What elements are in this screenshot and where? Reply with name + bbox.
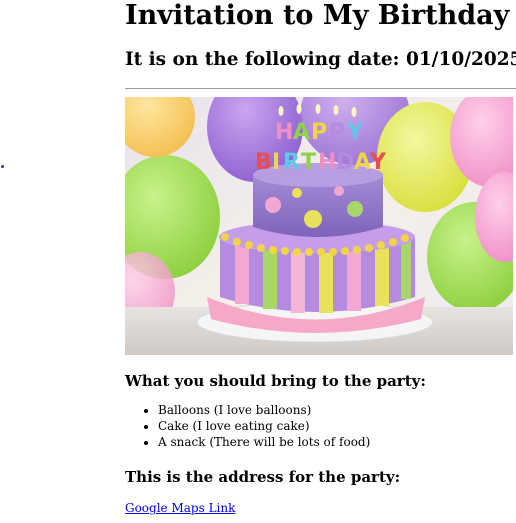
list-item: A snack (There will be lots of food)	[158, 434, 370, 450]
svg-text:H: H	[275, 120, 293, 145]
svg-text:P: P	[311, 120, 327, 145]
birthday-cake-image: H A P P Y B I R T H D A Y	[125, 97, 513, 355]
svg-text:H: H	[318, 150, 336, 175]
bring-heading: What you should bring to the party:	[125, 372, 426, 390]
google-maps-link[interactable]: Google Maps Link	[125, 501, 235, 515]
svg-text:Y: Y	[346, 120, 364, 145]
svg-text:T: T	[301, 150, 316, 175]
svg-text:Y: Y	[369, 150, 387, 175]
svg-text:B: B	[255, 150, 272, 175]
svg-text:A: A	[354, 150, 371, 175]
stray-dot	[1, 165, 4, 168]
svg-text:R: R	[283, 150, 300, 175]
svg-text:I: I	[272, 150, 280, 175]
party-date: It is on the following date: 01/10/2025	[125, 49, 516, 70]
svg-text:A: A	[293, 120, 310, 145]
svg-text:D: D	[336, 150, 354, 175]
list-item: Balloons (I love balloons)	[158, 402, 370, 418]
bring-list: Balloons (I love balloons) Cake (I love …	[125, 402, 370, 450]
page-title: Invitation to My Birthday	[125, 0, 510, 31]
svg-text:P: P	[329, 120, 345, 145]
list-item: Cake (I love eating cake)	[158, 418, 370, 434]
address-heading: This is the address for the party:	[125, 468, 401, 486]
divider	[125, 88, 516, 89]
